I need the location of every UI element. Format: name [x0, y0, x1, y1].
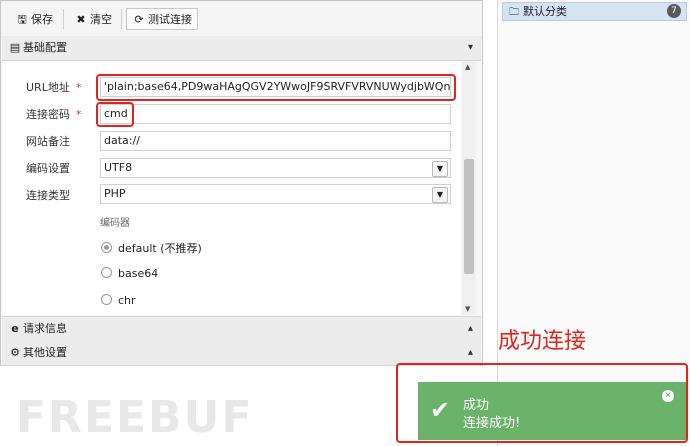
browser-icon: e — [11, 322, 19, 335]
save-label: 保存 — [31, 13, 53, 26]
encoder-option-chr[interactable]: chr — [101, 294, 136, 307]
chevron-down-icon: ▼ — [432, 161, 448, 177]
chevron-down-icon: ▾ — [467, 42, 473, 53]
chevron-down-icon: ▼ — [432, 187, 448, 203]
scrollbar-thumb[interactable] — [464, 159, 474, 274]
encoder-option-default[interactable]: default (不推荐) — [101, 240, 202, 256]
toolbar-divider — [63, 9, 64, 29]
document-icon: ▤ — [9, 41, 21, 54]
save-button[interactable]: 🖫 保存 — [9, 8, 59, 30]
encoder-option-label: default (不推荐) — [118, 242, 202, 255]
toolbar-divider — [121, 9, 122, 29]
connection-type-value: PHP — [104, 187, 126, 200]
encoder-option-base64[interactable]: base64 — [101, 267, 158, 280]
close-icon: ✖ — [76, 13, 86, 26]
section-other-settings-label: 其他设置 — [23, 346, 67, 359]
radio-selected-icon — [101, 242, 112, 253]
gear-icon: ⚙ — [10, 346, 20, 359]
section-request-info[interactable]: e 请求信息 ▴ — [2, 316, 481, 342]
section-basic-config[interactable]: ▤ 基础配置 ▾ — [2, 36, 481, 61]
category-item-default[interactable]: 🗀 默认分类 7 — [502, 2, 687, 21]
connection-type-label: 连接类型 — [26, 189, 70, 202]
save-icon: 🖫 — [17, 13, 27, 26]
connection-type-select[interactable]: PHP ▼ — [100, 184, 451, 204]
category-label: 默认分类 — [523, 5, 567, 18]
chevron-up-icon: ▴ — [467, 323, 473, 334]
section-basic-config-label: 基础配置 — [23, 41, 67, 54]
section-request-info-label: 请求信息 — [23, 322, 67, 335]
encoder-option-label: base64 — [118, 267, 159, 280]
encoder-title: 编码器 — [100, 218, 130, 229]
password-highlight-box — [96, 102, 134, 127]
toolbar: 🖫 保存 ✖ 清空 ⟳ 测试连接 — [1, 1, 482, 38]
required-mark: * — [76, 108, 82, 121]
category-count-badge: 7 — [667, 4, 681, 18]
folder-icon: 🗀 — [509, 7, 519, 18]
test-connection-label: 测试连接 — [148, 13, 192, 26]
url-highlight-box — [96, 74, 456, 101]
scroll-up-icon[interactable]: ▲ — [465, 63, 470, 71]
form-scrollbar[interactable]: ▲ ▼ — [462, 61, 476, 315]
scroll-down-icon[interactable]: ▼ — [465, 305, 470, 313]
encoding-select-value: UTF8 — [104, 161, 133, 174]
password-input[interactable]: cmd — [100, 104, 451, 124]
annotation-text: 成功连接 — [498, 329, 587, 354]
add-shell-dialog: 🖫 保存 ✖ 清空 ⟳ 测试连接 ▤ 基础配置 ▾ URL地址 * 'plain;base… — [0, 0, 483, 366]
note-label: 网站备注 — [26, 135, 70, 148]
encoding-select[interactable]: UTF8 ▼ — [100, 158, 451, 178]
password-label: 连接密码 * — [26, 108, 82, 121]
spinner-icon: ⟳ — [134, 13, 144, 26]
watermark: FREEBUF — [16, 392, 254, 443]
clear-label: 清空 — [90, 13, 112, 26]
encoding-label: 编码设置 — [26, 162, 70, 175]
note-input[interactable]: data:// — [100, 131, 451, 151]
radio-icon — [101, 294, 112, 305]
url-label: URL地址 * — [26, 81, 82, 94]
radio-icon — [101, 267, 112, 278]
test-connection-button[interactable]: ⟳ 测试连接 — [126, 8, 198, 30]
encoder-option-label: chr — [118, 294, 136, 307]
required-mark: * — [75, 81, 82, 94]
chevron-up-icon: ▴ — [467, 347, 473, 358]
toast-highlight-box — [396, 363, 688, 443]
clear-button[interactable]: ✖ 清空 — [68, 8, 118, 30]
